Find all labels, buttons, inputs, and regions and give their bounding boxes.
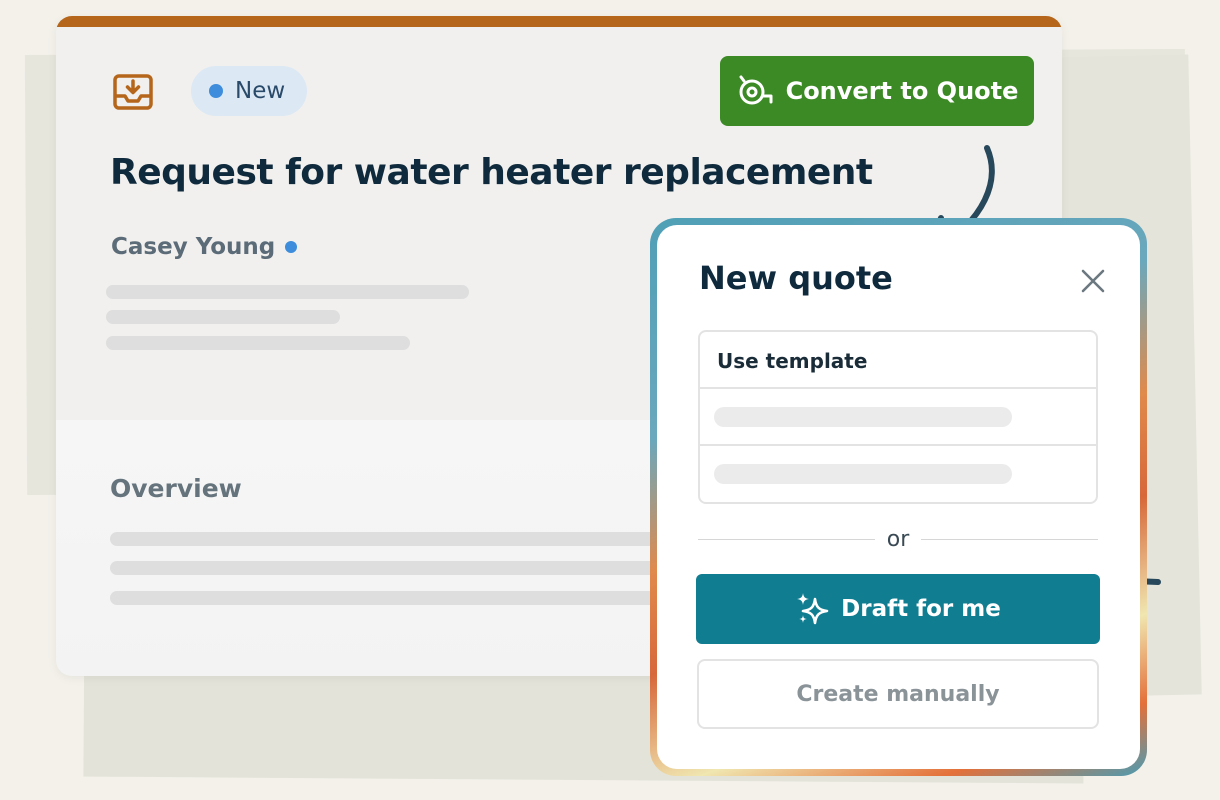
close-icon (1081, 269, 1105, 293)
status-badge-label: New (235, 78, 286, 104)
new-quote-dialog: New quote Use template or Draft for me C… (657, 225, 1140, 769)
draft-for-me-label: Draft for me (841, 596, 1001, 622)
divider-line (698, 539, 875, 540)
tape-measure-icon (739, 75, 773, 105)
or-divider-text: or (886, 527, 910, 552)
template-placeholder (714, 407, 1012, 427)
template-list-header: Use template (700, 332, 1096, 389)
modal-title: New quote (699, 259, 893, 297)
client-name-label: Casey Young (111, 234, 276, 260)
inbox-download-icon (113, 74, 153, 110)
create-manually-label: Create manually (796, 681, 1000, 707)
template-list: Use template (698, 330, 1098, 504)
close-button[interactable] (1077, 265, 1109, 297)
template-placeholder (714, 464, 1012, 484)
convert-to-quote-button[interactable]: Convert to Quote (720, 56, 1034, 126)
overview-heading: Overview (110, 474, 242, 503)
placeholder-line (106, 336, 410, 350)
request-title: Request for water heater replacement (110, 152, 873, 193)
convert-to-quote-label: Convert to Quote (785, 77, 1019, 105)
or-divider: or (698, 527, 1099, 552)
sparkles-icon (797, 593, 829, 625)
placeholder-line (110, 591, 670, 605)
template-option[interactable] (700, 446, 1096, 503)
new-quote-modal: New quote Use template or Draft for me C… (650, 218, 1147, 776)
status-dot (209, 84, 223, 98)
placeholder-line (106, 285, 469, 299)
client-status-dot (285, 241, 298, 253)
create-manually-button[interactable]: Create manually (697, 659, 1099, 729)
draft-for-me-button[interactable]: Draft for me (696, 574, 1100, 644)
placeholder-line (106, 310, 340, 324)
placeholder-line (110, 561, 670, 575)
divider-line (921, 539, 1099, 540)
status-badge: New (191, 66, 308, 116)
use-template-label: Use template (717, 349, 868, 373)
client-name[interactable]: Casey Young (111, 234, 298, 260)
placeholder-line (110, 532, 670, 546)
template-option[interactable] (700, 389, 1096, 446)
